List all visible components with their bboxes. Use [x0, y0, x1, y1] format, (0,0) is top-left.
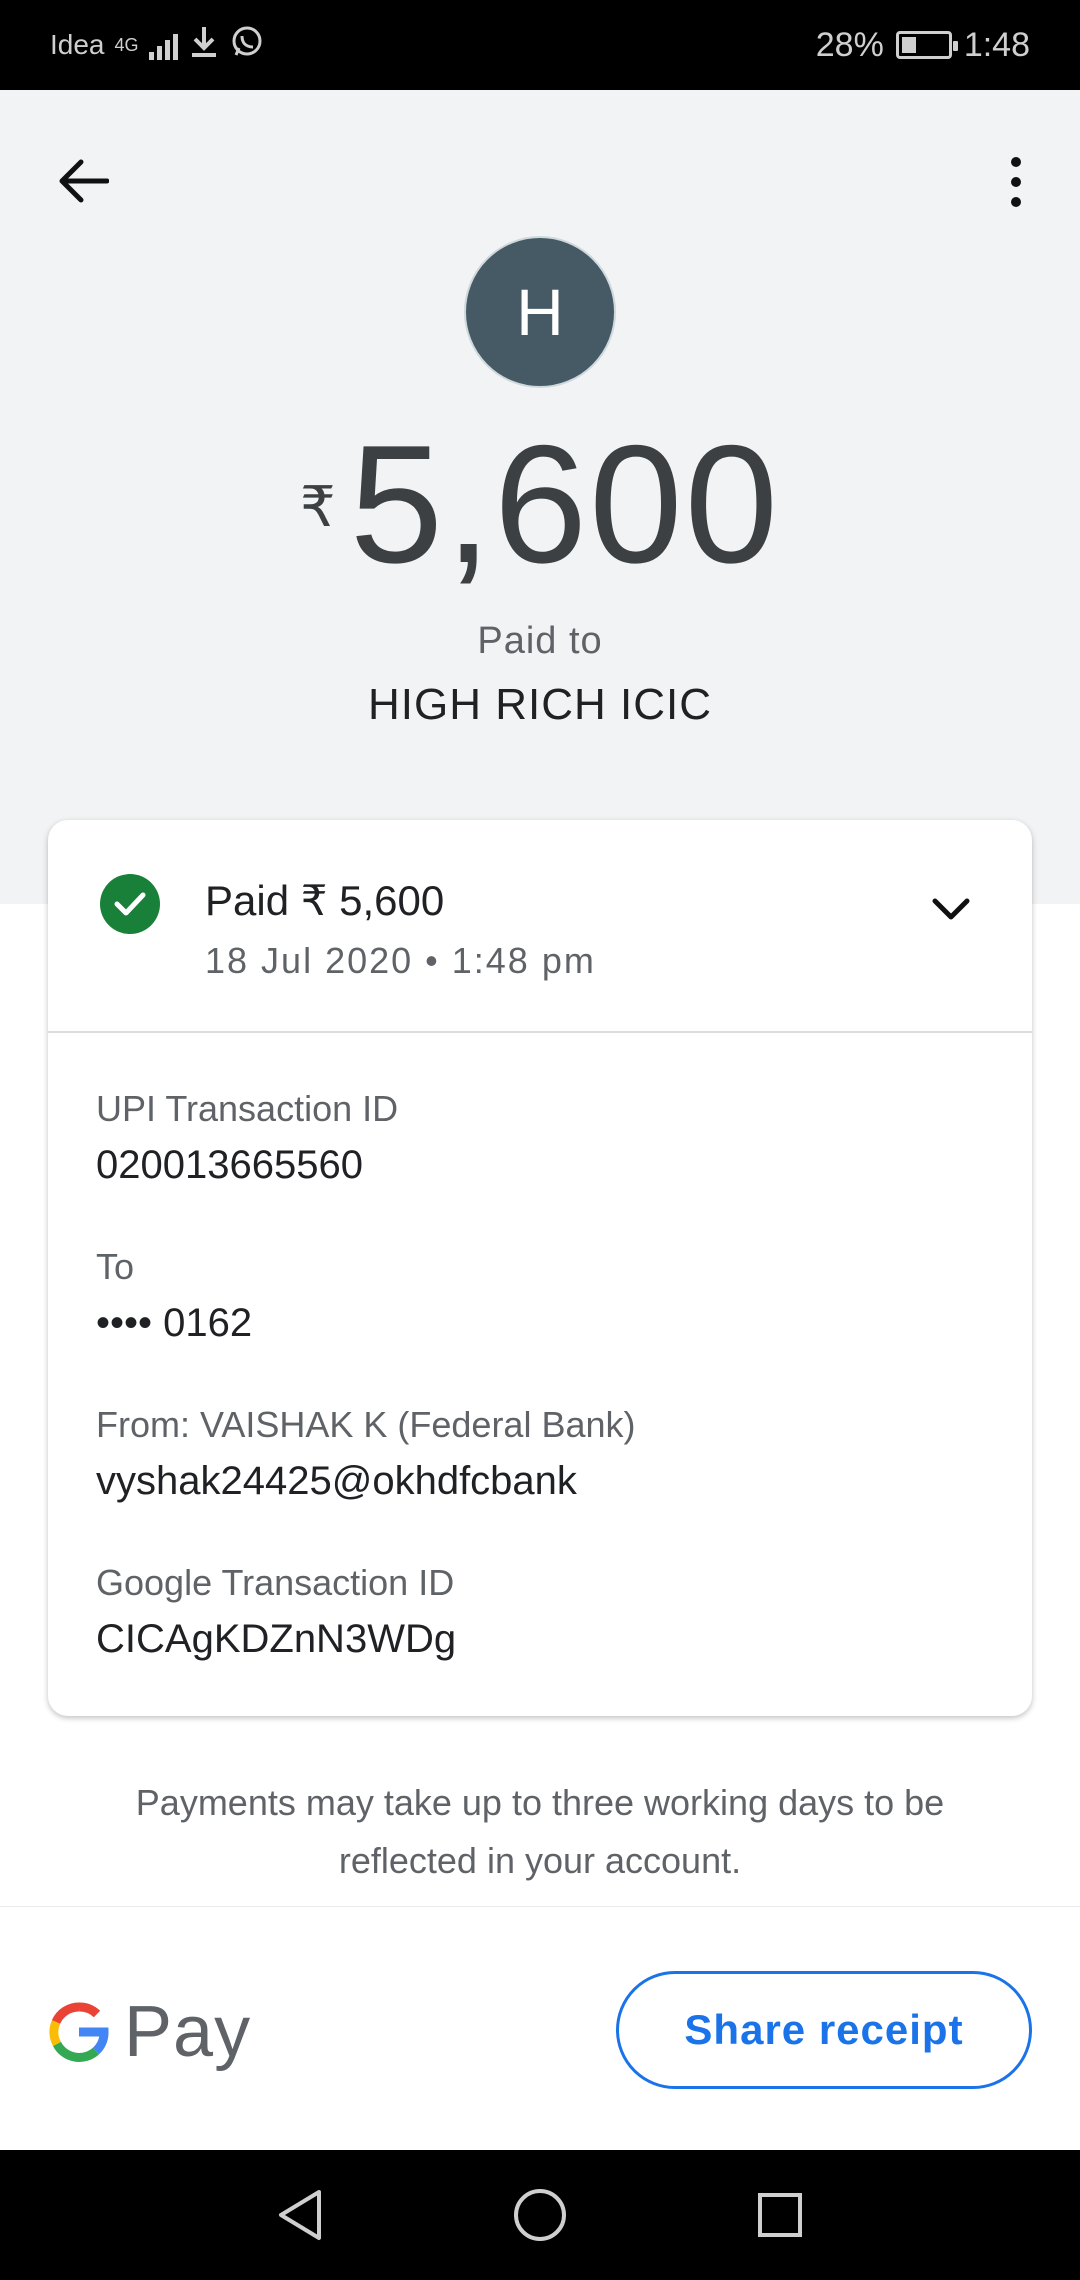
- brand-label: Pay: [124, 1992, 252, 2072]
- share-receipt-button[interactable]: Share receipt: [616, 1971, 1032, 2089]
- whatsapp-icon: [230, 25, 264, 66]
- detail-from: From: VAISHAK K (Federal Bank) vyshak244…: [96, 1399, 984, 1509]
- nav-recents-button[interactable]: [745, 2180, 815, 2250]
- status-bar: Idea 4G 28% 1:48: [0, 0, 1080, 90]
- status-title: Paid ₹ 5,600: [205, 877, 445, 924]
- detail-google-id: Google Transaction ID CICAgKDZnN3WDg: [96, 1557, 984, 1667]
- clock: 1:48: [963, 25, 1030, 64]
- payee-name: HIGH RICH ICIC: [368, 680, 712, 729]
- google-g-icon: [49, 2002, 109, 2062]
- settlement-notice: Payments may take up to three working da…: [135, 1782, 945, 1881]
- payment-header: H ₹ 5,600 Paid to HIGH RICH ICIC: [0, 90, 1080, 904]
- battery-icon: [895, 31, 958, 59]
- transaction-details: UPI Transaction ID 020013665560 To •••• …: [48, 1033, 1032, 1667]
- battery-percent: 28%: [815, 25, 884, 64]
- detail-upi-id: UPI Transaction ID 020013665560: [96, 1083, 984, 1193]
- signal-icon: [148, 30, 178, 60]
- bottom-action-bar: Pay Share receipt: [0, 1906, 1080, 2150]
- amount-value: 5,600: [349, 410, 781, 598]
- status-section[interactable]: Paid ₹ 5,600 18 Jul 2020 • 1:48 pm: [48, 820, 1032, 1033]
- detail-label: Google Transaction ID: [96, 1562, 455, 1603]
- more-options-button[interactable]: [988, 142, 1044, 222]
- nav-home-button[interactable]: [505, 2180, 575, 2250]
- detail-value[interactable]: •••• 0162: [96, 1295, 984, 1351]
- currency-symbol: ₹: [299, 475, 336, 538]
- gpay-logo: Pay: [48, 1991, 251, 2073]
- more-vert-icon: [1011, 157, 1021, 167]
- detail-value[interactable]: 020013665560: [96, 1137, 984, 1193]
- square-recents-icon: [758, 2193, 802, 2237]
- download-icon: [188, 25, 220, 66]
- nav-back-button[interactable]: [265, 2180, 335, 2250]
- status-left: Idea 4G: [50, 0, 264, 90]
- paid-to-label: Paid to: [477, 620, 603, 662]
- status-date: 18 Jul 2020 • 1:48 pm: [205, 940, 596, 981]
- avatar: H: [464, 236, 616, 388]
- status-right: 28% 1:48: [816, 0, 1030, 90]
- detail-label: From: VAISHAK K (Federal Bank): [96, 1404, 636, 1445]
- system-nav-bar: [0, 2150, 1080, 2280]
- carrier-label: Idea: [50, 29, 105, 60]
- back-button[interactable]: [50, 148, 116, 214]
- arrow-left-icon: [59, 159, 109, 203]
- expand-button[interactable]: [926, 884, 976, 934]
- detail-label: UPI Transaction ID: [96, 1088, 399, 1129]
- amount-display: ₹ 5,600: [0, 420, 1080, 588]
- network-type: 4G: [114, 34, 139, 55]
- detail-value[interactable]: CICAgKDZnN3WDg: [96, 1611, 984, 1667]
- transaction-card: Paid ₹ 5,600 18 Jul 2020 • 1:48 pm UPI T…: [48, 820, 1032, 1716]
- chevron-down-icon: [932, 898, 970, 920]
- detail-to: To •••• 0162: [96, 1241, 984, 1351]
- check-circle-icon: [100, 874, 160, 934]
- detail-value[interactable]: vyshak24425@okhdfcbank: [96, 1453, 984, 1509]
- detail-label: To: [96, 1246, 135, 1287]
- circle-home-icon: [514, 2189, 566, 2241]
- triangle-back-icon: [279, 2190, 321, 2240]
